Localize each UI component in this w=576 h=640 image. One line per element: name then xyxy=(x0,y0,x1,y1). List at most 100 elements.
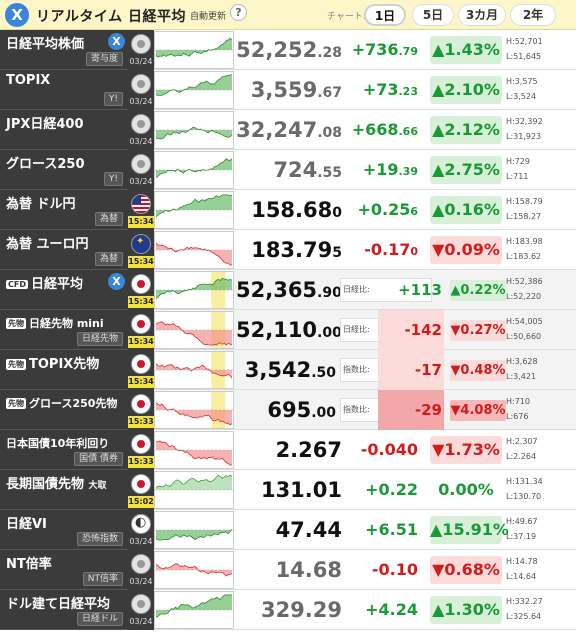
sparkline-chart[interactable] xyxy=(154,311,234,349)
price-decimal: .55 xyxy=(317,165,342,181)
basis-label: 指数比: xyxy=(343,365,370,374)
instrument-name-cell[interactable]: 日経VI 恐怖指数 xyxy=(0,510,128,550)
sparkline-chart[interactable] xyxy=(154,351,234,389)
instrument-name-cell[interactable]: 先物 TOPIX先物 xyxy=(0,350,128,390)
high-low: H:3,628 L:3,421 xyxy=(506,354,574,384)
sub-link-button[interactable]: Y! xyxy=(103,92,123,106)
exchange-label: 大取 xyxy=(88,481,107,491)
instrument-name-cell[interactable]: TOPIX Y! xyxy=(0,70,128,110)
flag-cell: 03/24 xyxy=(128,110,154,150)
instrument-name-text: 日経平均 xyxy=(30,277,83,292)
futures-row[interactable]: 先物 TOPIX先物 15:34 3,542.50 指数比: -17 ▼0.48%… xyxy=(0,350,576,390)
quote-row[interactable]: 長期国債先物 大取 15:02 131.01 +0.22 0.00% H:131… xyxy=(0,470,576,510)
sparkline-chart[interactable] xyxy=(154,71,234,109)
sparkline-chart[interactable] xyxy=(154,31,234,69)
basis-diff: -29 xyxy=(378,390,444,430)
x-share-icon[interactable]: X xyxy=(108,273,125,290)
change-value: -0.170 xyxy=(342,230,422,270)
period-3m-button[interactable]: 3カ月 xyxy=(458,4,506,26)
sub-link-button[interactable]: 寄与度 xyxy=(85,52,123,66)
sub-link-button[interactable]: Y! xyxy=(103,172,123,186)
change-percent-badge: ▲1.43% xyxy=(430,36,502,64)
instrument-name-cell[interactable]: CFD 日経平均 X xyxy=(0,270,128,310)
quote-row[interactable]: JPX日経400 03/24 32,247.08 +668.66 ▲2.12% … xyxy=(0,110,576,150)
sparkline-chart[interactable] xyxy=(154,151,234,189)
update-time: 15:34 xyxy=(128,336,154,348)
sub-link-button[interactable]: 為替 xyxy=(94,252,123,266)
quote-row[interactable]: 日本国債10年利回り 国債 債券 15:33 2.267 -0.040 ▼1.7… xyxy=(0,430,576,470)
high-value: H:710 xyxy=(506,397,530,406)
instrument-name-cell[interactable]: 先物 グロース250先物 xyxy=(0,390,128,430)
futures-row[interactable]: 先物 グロース250先物 15:33 695.00 指数比: -29 ▼4.08%… xyxy=(0,390,576,430)
sub-link-button[interactable]: 日経先物 xyxy=(76,332,123,346)
sub-link-button[interactable]: 恐怖指数 xyxy=(76,532,123,546)
price-integer: 32,247 xyxy=(236,118,318,142)
sparkline-chart[interactable] xyxy=(154,591,234,629)
sparkline-chart[interactable] xyxy=(154,231,234,269)
price-value: 695.00 xyxy=(236,390,336,430)
change-decimal: .66 xyxy=(398,125,419,138)
instrument-name-cell[interactable]: 長期国債先物 大取 xyxy=(0,470,128,510)
instrument-name-cell[interactable]: 先物 日経先物 mini 日経先物 xyxy=(0,310,128,350)
sub-link-button[interactable]: 日経ドル xyxy=(76,612,123,626)
change-integer: +19 xyxy=(362,160,399,179)
price-integer: 695 xyxy=(267,398,312,422)
period-2y-button[interactable]: 2年 xyxy=(510,4,556,26)
sub-link-button[interactable]: 国債 債券 xyxy=(74,452,123,466)
futures-row[interactable]: 先物 日経先物 mini 日経先物 15:34 52,110.00 日経比: -1… xyxy=(0,310,576,350)
high-low: H:158.79 L:158.27 xyxy=(506,194,574,224)
instrument-name-cell[interactable]: 為替 ドル円 為替 xyxy=(0,190,128,230)
instrument-name-cell[interactable]: 為替 ユーロ円 為替 xyxy=(0,230,128,270)
instrument-name-cell[interactable]: 日経平均株価 X 寄与度 xyxy=(0,30,128,70)
sparkline-chart[interactable] xyxy=(154,391,234,429)
quote-row[interactable]: グロース250 Y! 03/24 724.55 +19.39 ▲2.75% H:… xyxy=(0,150,576,190)
sub-link-button[interactable]: 為替 xyxy=(94,212,123,226)
update-time: 15:33 xyxy=(128,456,154,468)
x-share-icon[interactable]: X xyxy=(108,33,125,50)
price-integer: 158.68 xyxy=(251,198,333,222)
high-low: H:183.98 L:183.62 xyxy=(506,234,574,264)
help-icon[interactable]: ? xyxy=(230,4,247,21)
high-value: H:729 xyxy=(506,157,530,166)
instrument-name-cell[interactable]: グロース250 Y! xyxy=(0,150,128,190)
sub-link-button[interactable]: NT倍率 xyxy=(82,572,123,586)
basis-percent-badge: ▼0.27% xyxy=(450,320,506,341)
change-percent-badge: 0.00% xyxy=(438,480,494,499)
auto-update-label: 自動更新 xyxy=(190,12,227,22)
high-value: H:52,701 xyxy=(506,37,543,46)
change-integer: +668 xyxy=(351,120,399,139)
change-percent-badge: ▲2.75% xyxy=(430,156,502,184)
sparkline-chart[interactable] xyxy=(154,551,234,589)
instrument-name-text: NT倍率 xyxy=(6,557,52,572)
sparkline-chart[interactable] xyxy=(154,191,234,229)
quote-row[interactable]: 日経VI 恐怖指数 03/24 47.44 +6.51 ▲15.91% H:49… xyxy=(0,510,576,550)
update-time: 03/24 xyxy=(129,177,153,186)
change-value: -0.040 xyxy=(360,440,418,459)
instrument-name-cell[interactable]: NT倍率 NT倍率 xyxy=(0,550,128,590)
quote-row[interactable]: TOPIX Y! 03/24 3,559.67 +73.23 ▲2.10% H:… xyxy=(0,70,576,110)
period-5d-button[interactable]: 5日 xyxy=(412,4,454,26)
quote-row[interactable]: 為替 ドル円 為替 15:34 158.680 +0.256 ▲0.16% H:… xyxy=(0,190,576,230)
quote-row[interactable]: ドル建て日経平均 日経ドル 03/24 329.29 +4.24 ▲1.30% … xyxy=(0,590,576,630)
sparkline-chart[interactable] xyxy=(154,111,234,149)
instrument-name-cell[interactable]: ドル建て日経平均 日経ドル xyxy=(0,590,128,630)
us-flag-icon xyxy=(131,194,151,214)
quote-row[interactable]: 為替 ユーロ円 為替 15:34 183.795 -0.170 ▼0.09% H… xyxy=(0,230,576,270)
sparkline-chart[interactable] xyxy=(154,471,234,509)
price-decimal: .50 xyxy=(311,365,336,381)
high-low: H:729 L:711 xyxy=(506,154,574,184)
high-value: H:49.67 xyxy=(506,517,538,526)
period-1d-button[interactable]: 1日 xyxy=(364,4,406,26)
sparkline-chart[interactable] xyxy=(154,431,234,469)
japan-flag-icon xyxy=(131,314,151,334)
futures-row[interactable]: CFD 日経平均 X 15:34 52,365.90 日経比: +113 ▲0.2… xyxy=(0,270,576,310)
quote-row[interactable]: NT倍率 NT倍率 03/24 14.68 -0.10 ▼0.68% H:14.… xyxy=(0,550,576,590)
x-share-icon[interactable]: X xyxy=(5,3,29,27)
sparkline-chart[interactable] xyxy=(154,271,234,309)
instrument-name-cell[interactable]: JPX日経400 xyxy=(0,110,128,150)
instrument-name-cell[interactable]: 日本国債10年利回り 国債 債券 xyxy=(0,430,128,470)
sparkline-chart[interactable] xyxy=(154,511,234,549)
change-percent-badge: ▼0.68% xyxy=(430,556,502,584)
quote-row[interactable]: 日経平均株価 X 寄与度 03/24 52,252.28 +736.79 ▲1.… xyxy=(0,30,576,70)
price-value: 52,110.00 xyxy=(236,310,342,350)
